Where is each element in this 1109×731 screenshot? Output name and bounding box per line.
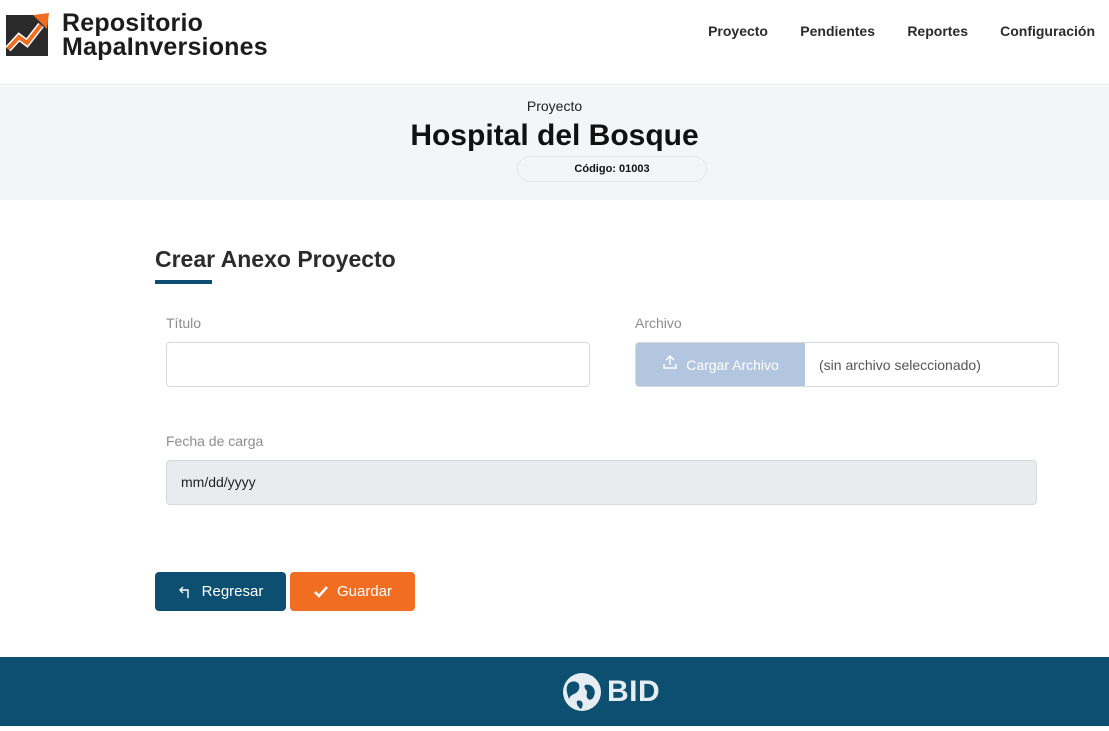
- file-upload-field[interactable]: Cargar Archivo (sin archivo seleccionado…: [635, 342, 1059, 387]
- brand-line-1: Repositorio: [62, 9, 204, 37]
- project-label: Proyecto: [526, 98, 583, 114]
- title-underline: [155, 280, 212, 284]
- nav-configuracion[interactable]: Configuración: [1000, 23, 1095, 39]
- nav-proyecto[interactable]: Proyecto: [708, 23, 768, 39]
- archivo-label: Archivo: [635, 315, 682, 331]
- project-name: Hospital del Bosque: [410, 119, 699, 152]
- project-header-band: Proyecto Hospital del Bosque Código: 010…: [0, 86, 1109, 200]
- form-title: Crear Anexo Proyecto: [155, 246, 396, 272]
- brand-line-2: MapaInversiones: [62, 33, 268, 61]
- bid-logo[interactable]: BID: [561, 671, 660, 713]
- upload-file-button[interactable]: Cargar Archivo: [636, 343, 805, 386]
- regresar-button[interactable]: Regresar: [155, 572, 286, 611]
- fecha-carga-input[interactable]: mm/dd/yyyy: [166, 460, 1037, 505]
- fecha-label: Fecha de carga: [166, 433, 264, 449]
- brand-logo[interactable]: Repositorio MapaInversiones: [5, 9, 268, 61]
- file-status-text: (sin archivo seleccionado): [819, 356, 981, 373]
- upload-icon: [663, 354, 677, 369]
- footer: BID: [0, 657, 1109, 726]
- nav-pendientes[interactable]: Pendientes: [800, 23, 875, 39]
- bid-logo-text: BID: [607, 675, 661, 708]
- bid-globe-icon: [563, 673, 601, 711]
- guardar-label: Guardar: [336, 583, 393, 600]
- guardar-button[interactable]: Guardar: [290, 572, 415, 611]
- return-arrow-icon: [178, 586, 189, 598]
- brand-name: Repositorio MapaInversiones: [62, 9, 268, 61]
- upload-file-label: Cargar Archivo: [686, 356, 779, 373]
- project-code-badge: Código: 01003: [517, 156, 707, 182]
- titulo-input[interactable]: [166, 342, 590, 387]
- check-icon: [314, 585, 328, 598]
- regresar-label: Regresar: [201, 583, 264, 600]
- titulo-label: Título: [166, 315, 202, 331]
- trend-arrow-logo-icon: [5, 13, 49, 56]
- nav-reportes[interactable]: Reportes: [907, 23, 968, 39]
- top-navbar: Repositorio MapaInversiones Proyecto Pen…: [0, 0, 1109, 85]
